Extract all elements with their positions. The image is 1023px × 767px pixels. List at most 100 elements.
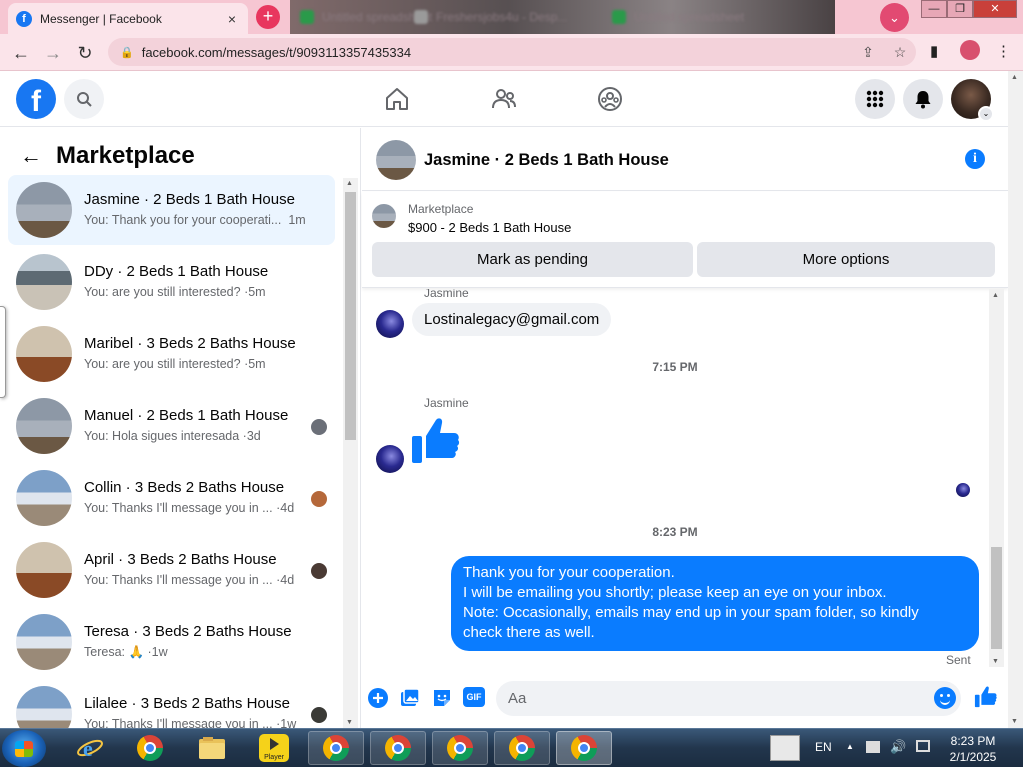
network-icon[interactable] [916, 740, 930, 752]
url-text[interactable]: facebook.com/messages/t/9093113357435334 [142, 45, 852, 60]
message-input-box[interactable] [496, 681, 961, 716]
message-input[interactable] [508, 681, 918, 716]
scroll-up-arrow-icon[interactable]: ▲ [346, 180, 353, 187]
conversation-maribel[interactable]: Maribel · 3 Beds 2 Baths House You: are … [8, 319, 335, 389]
tab-background-1[interactable]: Untitled spreadsheet [300, 6, 432, 28]
window-controls: — ❐ ✕ [921, 0, 1017, 18]
chrome-window-4[interactable] [494, 731, 550, 765]
side-drawer-handle[interactable] [0, 306, 6, 398]
tab-title: Messenger | Facebook [40, 11, 162, 26]
chat-listing-avatar[interactable] [376, 140, 416, 180]
chrome-window-1[interactable] [308, 731, 364, 765]
address-bar[interactable]: 🔒 facebook.com/messages/t/90931133574353… [108, 38, 916, 66]
conversation-april[interactable]: April · 3 Beds 2 Baths House You: Thanks… [8, 535, 335, 605]
gif-icon[interactable]: GIF [463, 687, 485, 707]
listing-small-thumbnail[interactable] [372, 204, 396, 228]
pen-tablet-icon[interactable] [770, 735, 800, 761]
chrome-window-2[interactable] [370, 731, 426, 765]
share-icon[interactable]: ⇪ [852, 44, 884, 61]
chat-title[interactable]: Jasmine · 2 Beds 1 Bath House [424, 151, 669, 170]
marketplace-label: Marketplace [408, 202, 474, 216]
message-line: Thank you for your cooperation. [463, 564, 675, 581]
panel-title: Marketplace [56, 142, 195, 169]
close-tab-icon[interactable]: × [224, 11, 240, 27]
scrollbar-thumb[interactable] [345, 192, 356, 440]
media-player-app[interactable]: Player [246, 731, 302, 765]
plus-circle-icon[interactable] [367, 687, 389, 709]
volume-icon[interactable]: 🔊 [890, 739, 906, 755]
conversation-ddy[interactable]: DDy · 2 Beds 1 Bath House You: are you s… [8, 247, 335, 317]
jasmine-avatar[interactable] [376, 445, 404, 473]
listing-price-title[interactable]: $900 - 2 Beds 1 Bath House [408, 220, 571, 235]
tab-background-3[interactable]: Untitled spreadsheet [612, 6, 744, 28]
internet-explorer-app[interactable]: e [62, 731, 118, 765]
file-explorer-app[interactable] [184, 731, 240, 765]
notifications-button[interactable] [903, 79, 943, 119]
close-window-button[interactable]: ✕ [973, 0, 1017, 18]
home-icon[interactable] [383, 85, 411, 113]
chrome-window-3[interactable] [432, 731, 488, 765]
friends-icon[interactable] [490, 85, 518, 113]
conversation-jasmine[interactable]: Jasmine · 2 Beds 1 Bath House You: Thank… [8, 175, 335, 245]
reload-icon[interactable]: ↻ [72, 40, 98, 66]
tab-background-2[interactable]: Freshersjobs4u - Desp... [414, 6, 567, 28]
chrome-pinned-app[interactable] [122, 731, 178, 765]
thumbs-up-icon[interactable] [410, 416, 462, 466]
chrome-window-5[interactable] [556, 731, 612, 765]
outgoing-message[interactable]: Thank you for your cooperation. I will b… [451, 556, 979, 651]
account-avatar[interactable]: ⌄ [951, 79, 994, 122]
conversation-manuel[interactable]: Manuel · 2 Beds 1 Bath House You: Hola s… [8, 391, 335, 461]
photo-icon[interactable] [399, 687, 421, 709]
facebook-header: f ⌄ [0, 71, 1008, 127]
seen-avatar [311, 563, 327, 579]
system-clock[interactable]: 8:23 PM 2/1/2025 [940, 733, 1006, 765]
scroll-up-arrow-icon[interactable]: ▲ [1011, 74, 1018, 81]
new-tab-button[interactable]: + [256, 5, 280, 29]
language-indicator[interactable]: EN [815, 740, 832, 754]
scrollbar-thumb[interactable] [991, 547, 1002, 649]
emoji-icon[interactable] [934, 687, 956, 709]
mark-as-pending-button[interactable]: Mark as pending [372, 242, 693, 277]
search-icon [77, 92, 92, 107]
jasmine-avatar[interactable] [376, 310, 404, 338]
search-button[interactable] [64, 79, 104, 119]
back-arrow-icon[interactable]: ← [8, 40, 34, 66]
incoming-message-email[interactable]: Lostinalegacy@gmail.com [412, 303, 612, 336]
show-hidden-icons-icon[interactable]: ▲ [846, 742, 854, 751]
scroll-down-arrow-icon[interactable]: ▼ [346, 719, 353, 726]
start-button[interactable] [2, 730, 46, 767]
scroll-down-arrow-icon[interactable]: ▼ [1011, 718, 1018, 725]
action-center-flag-icon[interactable] [866, 741, 880, 753]
scroll-up-arrow-icon[interactable]: ▲ [992, 292, 999, 299]
conversation-collin[interactable]: Collin · 3 Beds 2 Baths House You: Thank… [8, 463, 335, 533]
conversation-preview: Teresa: 🙏 ·1w [84, 645, 168, 659]
lock-icon[interactable]: 🔒 [120, 46, 134, 59]
minimize-button[interactable]: — [921, 0, 947, 18]
conversation-preview: You: Thanks I'll message you in ... ·4d [84, 573, 295, 587]
maximize-button[interactable]: ❐ [947, 0, 973, 18]
page-scrollbar[interactable]: ▲ ▼ [1008, 71, 1023, 728]
side-panel-icon[interactable]: ▮ [930, 42, 938, 60]
thread-scrollbar[interactable]: ▲ ▼ [989, 289, 1004, 667]
scroll-down-arrow-icon[interactable]: ▼ [992, 658, 999, 665]
page-icon [414, 10, 428, 24]
facebook-logo-icon[interactable]: f [16, 79, 56, 119]
send-thumbs-up-icon[interactable] [974, 685, 998, 709]
conversation-teresa[interactable]: Teresa · 3 Beds 2 Baths House Teresa: 🙏 … [8, 607, 335, 677]
conversation-name: Teresa · 3 Beds 2 Baths House [84, 623, 292, 640]
tab-messenger[interactable]: f Messenger | Facebook × [8, 3, 248, 34]
browser-menu-icon[interactable]: ⋮ [996, 42, 1011, 60]
seen-by-avatar [956, 483, 970, 497]
conversation-preview: You: Hola sigues interesada ·3d [84, 429, 261, 443]
back-arrow-icon[interactable]: ← [20, 143, 44, 169]
forward-arrow-icon[interactable]: → [40, 40, 66, 66]
profile-avatar-icon[interactable] [960, 40, 980, 60]
sticker-icon[interactable] [431, 687, 453, 709]
groups-icon[interactable] [596, 85, 624, 113]
bookmark-star-icon[interactable]: ☆ [884, 44, 916, 61]
menu-grid-button[interactable] [855, 79, 895, 119]
more-options-button[interactable]: More options [697, 242, 995, 277]
info-icon[interactable]: i [965, 149, 985, 169]
conversation-list-scrollbar[interactable]: ▲ ▼ [343, 178, 358, 728]
tab-search-chevron-icon[interactable]: ⌄ [880, 3, 909, 32]
